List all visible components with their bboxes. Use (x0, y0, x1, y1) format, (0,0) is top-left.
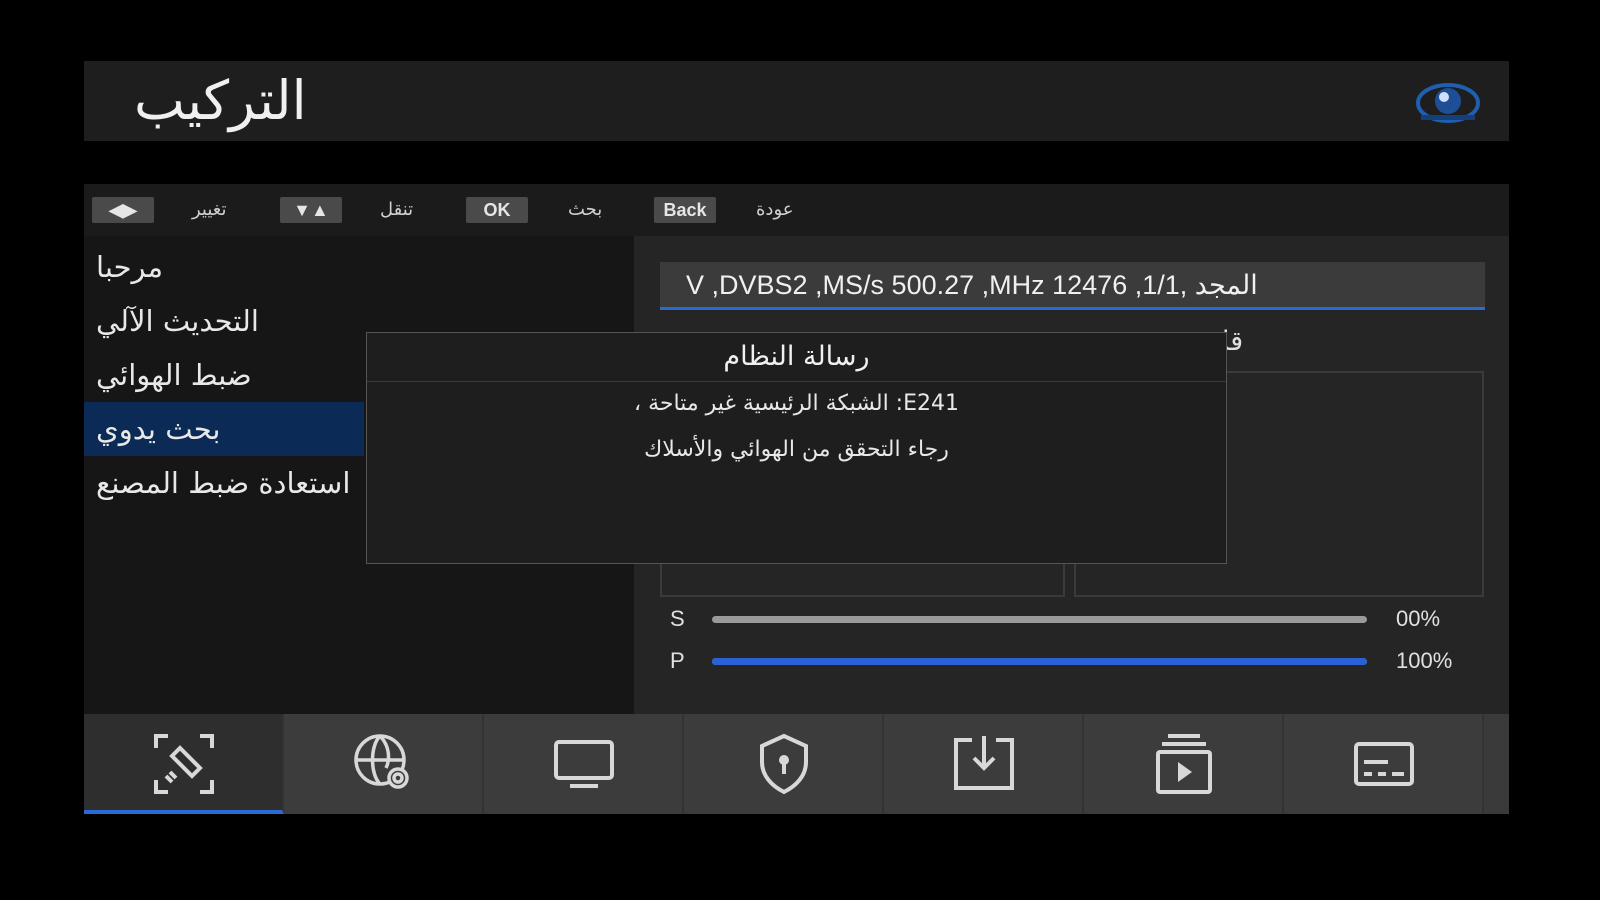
title-bar: التركيب (84, 61, 1509, 141)
quality-bar (712, 658, 1367, 665)
satellite-transponder-field[interactable]: V ,DVBS2 ,MS/s 500.27 ,MHz 12476 ,المجد … (660, 262, 1485, 310)
dialog-hint-line: رجاء التحقق من الهوائي والأسلاك (644, 437, 949, 462)
dialog-error-line: E241: الشبكة الرئيسية غير متاحة ، (634, 391, 959, 416)
menu-item-welcome[interactable]: مرحبا (84, 240, 364, 294)
menu-item-auto-update[interactable]: التحديث الآلي (84, 294, 364, 348)
dialog-title: رسالة النظام (367, 333, 1226, 382)
eye-globe-logo-icon (1415, 75, 1481, 127)
shield-lock-icon (760, 733, 808, 795)
left-right-key: ◀▶ (92, 197, 154, 223)
satellite-transponder-value: V ,DVBS2 ,MS/s 500.27 ,MHz 12476 ,المجد … (686, 270, 1258, 300)
tab-download[interactable] (884, 714, 1084, 814)
menu-item-antenna-setup[interactable]: ضبط الهوائي (84, 348, 364, 402)
quality-signal-label: P (670, 648, 685, 673)
search-label: بحث (568, 199, 603, 220)
back-key[interactable]: Back (654, 197, 716, 223)
strength-value: 00% (1396, 606, 1441, 631)
quality-bar-fill (712, 658, 1367, 665)
media-player-icon (1156, 734, 1212, 794)
ok-key[interactable]: OK (466, 197, 528, 223)
globe-settings-icon (354, 734, 409, 789)
bottom-tab-bar (84, 714, 1509, 814)
download-icon (954, 736, 1014, 790)
menu-item-factory-reset[interactable]: استعادة ضبط المصنع (84, 456, 364, 510)
navigate-label: تنقل (380, 199, 414, 220)
page-title: التركيب (134, 69, 307, 132)
satellite-icon (154, 734, 214, 794)
change-label: تغيير (192, 199, 227, 220)
tab-media[interactable] (1084, 714, 1284, 814)
back-label: عودة (756, 199, 794, 220)
tab-parental-lock[interactable] (684, 714, 884, 814)
strength-label: S (670, 606, 685, 631)
tab-display[interactable] (484, 714, 684, 814)
up-down-key: ▼▲ (280, 197, 342, 223)
help-bar: ◀▶ تغيير ▼▲ تنقل OK بحث Back عودة (84, 184, 1509, 236)
tab-installation[interactable] (84, 714, 284, 814)
strength-bar (712, 616, 1367, 623)
quality-value: 100% (1396, 648, 1453, 673)
tab-network[interactable] (284, 714, 484, 814)
menu-item-manual-search[interactable]: بحث يدوي (84, 402, 364, 456)
system-message-dialog: رسالة النظام E241: الشبكة الرئيسية غير م… (366, 332, 1227, 564)
tab-subtitles[interactable] (1284, 714, 1484, 814)
tv-monitor-icon (554, 740, 614, 788)
subtitles-icon (1354, 742, 1414, 786)
